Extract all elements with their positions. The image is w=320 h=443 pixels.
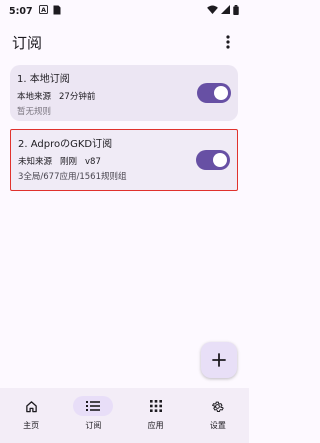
more-vert-icon [226, 35, 230, 49]
subscription-toggle[interactable] [197, 83, 231, 103]
subscription-card[interactable]: 1. 本地订阅 本地来源 27分钟前 暂无规则 [10, 65, 238, 121]
wifi-icon [207, 5, 218, 17]
nav-label: 主页 [23, 421, 40, 430]
nav-label: 应用 [147, 421, 164, 430]
nav-label: 订阅 [85, 421, 102, 430]
subscription-summary: 暂无规则 [17, 107, 52, 117]
sim-card-icon [53, 5, 61, 18]
app-bar: 订阅 [0, 24, 249, 60]
page-title: 订阅 [12, 33, 43, 52]
subscription-updated: 刚刚 [60, 157, 78, 167]
nav-item-settings[interactable]: 设置 [187, 388, 249, 443]
notification-a-icon: A [38, 4, 48, 17]
settings-gear-icon [212, 401, 225, 412]
apps-grid-icon [149, 400, 162, 412]
home-icon [25, 400, 37, 412]
nav-item-subscriptions[interactable]: 订阅 [62, 388, 124, 443]
toggle-knob [213, 153, 227, 167]
battery-icon [233, 4, 239, 18]
list-icon [86, 401, 101, 411]
subscription-updated: 27分钟前 [59, 92, 96, 102]
nav-item-home[interactable]: 主页 [0, 388, 62, 443]
toggle-knob [214, 86, 228, 100]
more-options-button[interactable] [217, 31, 239, 53]
subscription-source: 未知来源 [18, 157, 53, 167]
add-subscription-button[interactable] [201, 342, 237, 378]
signal-icon [221, 5, 230, 17]
nav-label: 设置 [209, 421, 226, 430]
subscription-title: 2. AdproのGKD订阅 [18, 139, 113, 150]
bottom-navigation: 主页 订阅 应用 设置 [0, 388, 249, 443]
subscription-version: v87 [85, 157, 101, 167]
status-time: 5:07 [9, 5, 33, 17]
subscription-summary: 3全局/677应用/1561规则组 [18, 172, 127, 182]
nav-item-apps[interactable]: 应用 [125, 388, 187, 443]
subscription-card[interactable]: 2. AdproのGKD订阅 未知来源 刚刚 v87 3全局/677应用/1561规… [10, 129, 238, 191]
subscription-title: 1. 本地订阅 [17, 74, 70, 85]
subscription-toggle[interactable] [196, 150, 230, 170]
plus-icon [212, 353, 226, 367]
subscription-source: 本地来源 [17, 92, 52, 102]
svg-text:A: A [41, 7, 46, 14]
status-bar: 5:07 A [0, 0, 249, 22]
